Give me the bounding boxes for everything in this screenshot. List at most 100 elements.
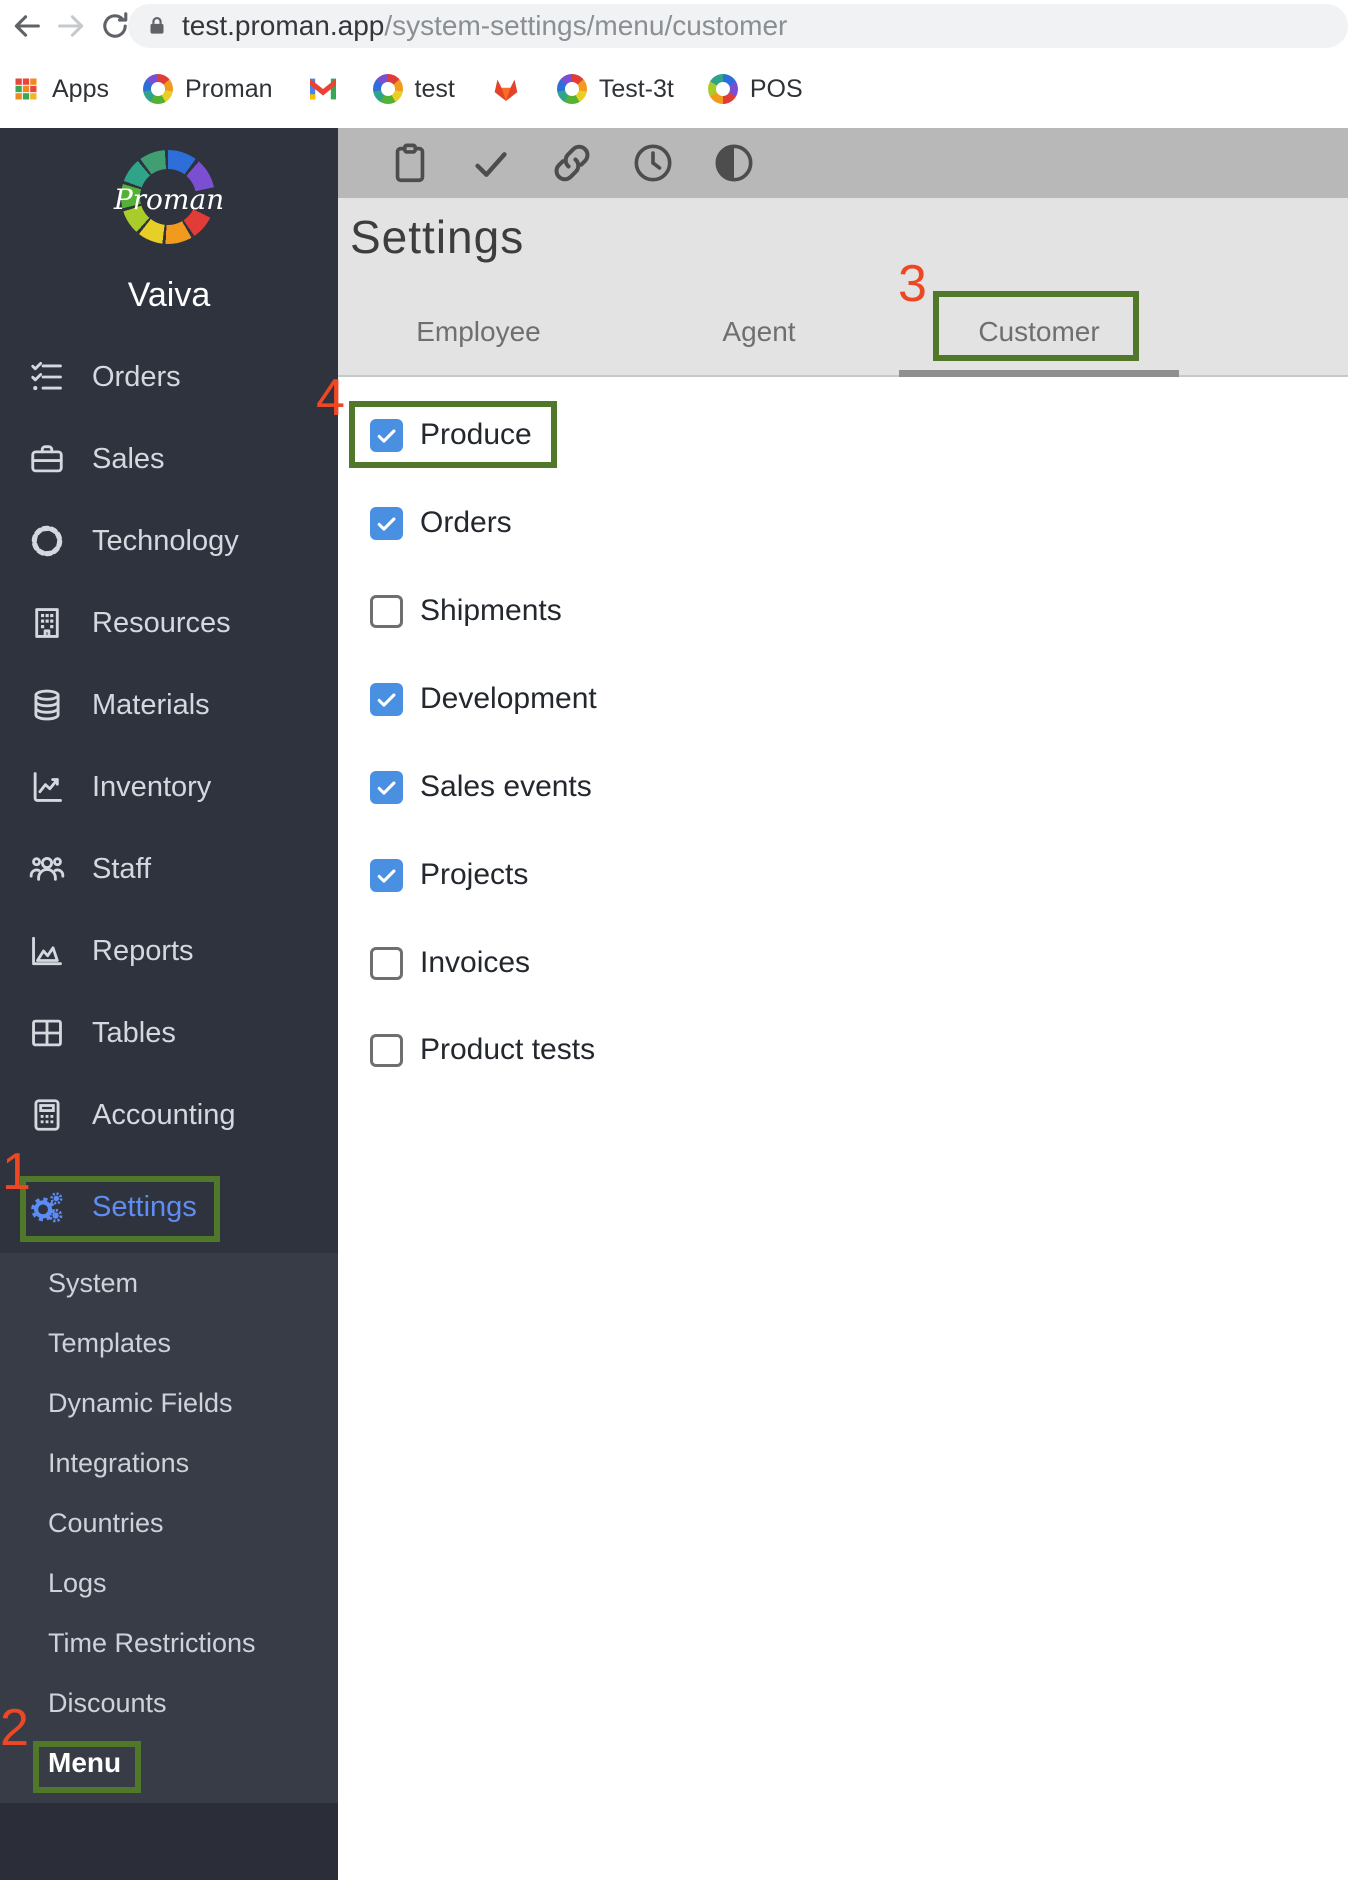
submenu-item-countries[interactable]: Countries [0, 1493, 338, 1553]
checkbox-label[interactable]: Product tests [420, 1033, 595, 1067]
bookmark-proman[interactable]: Proman [142, 74, 273, 104]
check-icon[interactable] [468, 140, 514, 186]
sidebar-item-technology[interactable]: Technology [0, 500, 338, 582]
clock-icon[interactable] [630, 140, 676, 186]
checkmark-icon [377, 780, 396, 795]
sidebar-item-resources[interactable]: Resources [0, 582, 338, 664]
projects-checkbox[interactable] [370, 858, 403, 892]
submenu-label: Menu [48, 1747, 122, 1778]
submenu-label: Time Restrictions [48, 1627, 256, 1658]
bookmark-gitlab[interactable] [489, 73, 523, 105]
bookmark-test[interactable]: test [372, 74, 455, 104]
orders-checkbox[interactable] [370, 506, 403, 540]
prochef-icon [707, 74, 738, 104]
sidebar-item-reports[interactable]: Reports [0, 910, 338, 992]
active-tab-indicator [899, 370, 1179, 377]
apps-grid-icon [15, 78, 37, 100]
sidebar-item-label: Settings [92, 1190, 197, 1223]
bookmark-pos[interactable]: POS [707, 74, 803, 104]
submenu-item-menu[interactable]: Menu [0, 1733, 338, 1793]
gitlab-icon [494, 79, 518, 101]
url-text: test.proman.app/system-settings/menu/cus… [182, 10, 788, 41]
sidebar-item-label: Inventory [92, 770, 212, 803]
submenu-item-templates[interactable]: Templates [0, 1313, 338, 1373]
tab-label: Agent [722, 316, 796, 347]
tab-label: Employee [416, 316, 541, 347]
submenu-label: Countries [48, 1507, 164, 1538]
row-sales-events: Sales events [370, 770, 592, 804]
people-icon [29, 856, 65, 881]
toolbar [338, 128, 1348, 198]
report-chart-icon [32, 936, 62, 966]
checkbox-label[interactable]: Invoices [420, 946, 530, 980]
bookmark-test-3t[interactable]: Test-3t [556, 74, 674, 104]
tab-customer[interactable]: Customer [899, 306, 1179, 358]
invoices-checkbox[interactable] [370, 946, 403, 980]
bookmarks-bar: Apps Proman test Test-3t POS [12, 56, 803, 122]
sidebar-footer [0, 1803, 338, 1880]
orders-checklist-icon [31, 361, 62, 391]
development-checkbox[interactable] [370, 682, 403, 716]
submenu-item-discounts[interactable]: Discounts [0, 1673, 338, 1733]
sidebar-item-label: Staff [92, 852, 152, 885]
submenu-item-logs[interactable]: Logs [0, 1553, 338, 1613]
sidebar-item-inventory[interactable]: Inventory [0, 746, 338, 828]
bookmark-apps[interactable]: Apps [12, 75, 109, 104]
lock-icon [150, 17, 164, 34]
proman-icon [372, 74, 403, 104]
page-title: Settings [350, 211, 525, 263]
bookmark-label: POS [749, 74, 803, 103]
sidebar-item-materials[interactable]: Materials [0, 664, 338, 746]
checkbox-label[interactable]: Orders [420, 506, 512, 540]
submenu-item-integrations[interactable]: Integrations [0, 1433, 338, 1493]
checkbox-label[interactable]: Projects [420, 858, 528, 892]
product-tests-checkbox[interactable] [370, 1033, 403, 1067]
checkbox-label[interactable]: Development [420, 682, 597, 716]
sales-events-checkbox[interactable] [370, 770, 403, 804]
submenu-label: System [48, 1267, 139, 1298]
shipments-checkbox[interactable] [370, 594, 403, 628]
settings-submenu: System Templates Dynamic Fields Integrat… [0, 1253, 338, 1803]
checkbox-label[interactable]: Produce [420, 418, 532, 452]
sidebar-item-sales[interactable]: Sales [0, 418, 338, 500]
row-development: Development [370, 682, 597, 716]
sidebar-item-orders[interactable]: Orders [0, 336, 338, 418]
sidebar-item-staff[interactable]: Staff [0, 828, 338, 910]
link-icon[interactable] [549, 140, 595, 186]
submenu-item-time-restrictions[interactable]: Time Restrictions [0, 1613, 338, 1673]
sidebar: Proman Vaiva Orders Sales Technology Res… [0, 128, 338, 1880]
tab-agent[interactable]: Agent [619, 306, 899, 358]
badge-gear-icon [31, 525, 63, 557]
submenu-item-system[interactable]: System [0, 1253, 338, 1313]
browser-chrome: test.proman.app/system-settings/menu/cus… [0, 0, 1348, 128]
url-bar[interactable]: test.proman.app/system-settings/menu/cus… [128, 4, 1348, 48]
submenu-label: Integrations [48, 1447, 190, 1478]
sidebar-item-label: Orders [92, 360, 181, 393]
row-projects: Projects [370, 858, 528, 892]
reload-icon[interactable] [98, 9, 132, 43]
submenu-label: Dynamic Fields [48, 1387, 233, 1418]
sidebar-item-label: Resources [92, 606, 231, 639]
checkmark-icon [377, 428, 396, 443]
settings-header: Settings Employee Agent Customer [338, 198, 1348, 377]
submenu-label: Logs [48, 1567, 107, 1598]
calculator-icon [34, 1099, 60, 1131]
back-icon[interactable] [10, 9, 44, 43]
row-produce: Produce [370, 418, 532, 452]
submenu-item-dynamic-fields[interactable]: Dynamic Fields [0, 1373, 338, 1433]
tab-employee[interactable]: Employee [338, 306, 619, 358]
checkmark-icon [377, 868, 396, 883]
row-product-tests: Product tests [370, 1033, 595, 1067]
contrast-icon[interactable] [711, 140, 757, 186]
database-icon [34, 689, 60, 721]
forward-icon[interactable] [54, 9, 88, 43]
checkbox-label[interactable]: Sales events [420, 770, 592, 804]
produce-checkbox[interactable] [370, 418, 403, 452]
checkbox-label[interactable]: Shipments [420, 594, 562, 628]
sidebar-item-tables[interactable]: Tables [0, 992, 338, 1074]
sidebar-item-settings[interactable]: Settings [0, 1166, 366, 1248]
sidebar-item-accounting[interactable]: Accounting [0, 1074, 338, 1156]
inventory-chart-icon [33, 772, 62, 802]
bookmark-gmail[interactable] [307, 76, 339, 102]
clipboard-icon[interactable] [387, 140, 433, 186]
